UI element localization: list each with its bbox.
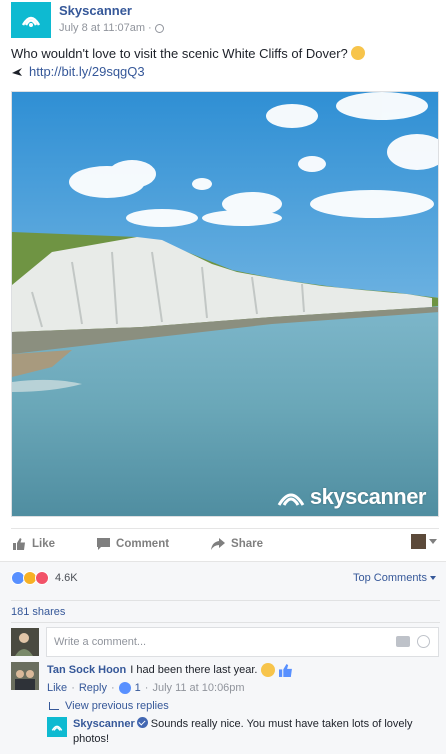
reaction-count: 4.6K (55, 572, 78, 584)
comment-timestamp[interactable]: July 11 at 10:06pm (152, 682, 244, 694)
thumbs-up-icon (13, 537, 25, 550)
page-avatar[interactable] (11, 2, 51, 38)
reactions-summary[interactable]: 4.6K (11, 571, 78, 585)
share-arrow-icon (211, 537, 226, 550)
watermark-text: skyscanner (309, 484, 427, 509)
skyscanner-logo-icon (21, 16, 41, 27)
divider (11, 622, 440, 623)
chevron-down-icon (429, 539, 437, 544)
comment-button[interactable]: Comment (97, 537, 170, 550)
post-header: Skyscanner July 8 at 11:07am · (11, 0, 441, 40)
like-button[interactable]: Like (13, 537, 56, 550)
love-reaction-icon (35, 571, 49, 585)
skyscanner-watermark: skyscanner (276, 484, 427, 510)
share-button[interactable]: Share (211, 537, 264, 550)
viewer-avatar (11, 628, 39, 656)
comment-meta: Like · Reply · 1 · July 11 at 10:06pm (47, 682, 245, 694)
post-caption: Who wouldn't love to visit the scenic Wh… (11, 46, 348, 61)
thumbs-up-emoji-icon (279, 663, 293, 677)
comment-input-placeholder: Write a comment... (54, 636, 147, 648)
commenter-name[interactable]: Tan Sock Hoon (47, 664, 126, 676)
comment-sort-label: Top Comments (353, 572, 427, 584)
heart-eyes-emoji-icon (351, 46, 366, 60)
post-as-selector[interactable] (411, 534, 437, 549)
comment-like-link[interactable]: Like (47, 682, 67, 694)
meta-separator: · (148, 22, 152, 34)
reply-arrow-icon (49, 702, 59, 710)
post-url-link[interactable]: http://bit.ly/29sqgQ3 (29, 64, 145, 79)
view-replies-label: View previous replies (65, 700, 169, 712)
grin-emoji-icon (261, 663, 276, 677)
post-action-bar: Like Comment Share (11, 528, 439, 558)
airplane-icon (12, 67, 22, 76)
sticker-smiley-icon[interactable] (417, 635, 430, 648)
post-timestamp[interactable]: July 8 at 11:07am (59, 22, 145, 34)
reply-body: Skyscanner Sounds really nice. You must h… (73, 717, 433, 747)
post-meta: July 8 at 11:07am · (59, 22, 164, 34)
feedback-section: 4.6K Top Comments 181 shares Write a com… (0, 561, 446, 754)
skyscanner-sunrise-icon (277, 493, 305, 506)
globe-icon (154, 23, 164, 33)
verified-badge-icon (136, 717, 148, 728)
comment-body: Tan Sock Hoon I had been there last year… (47, 663, 293, 677)
page-name-link[interactable]: Skyscanner (59, 3, 132, 18)
post-photo[interactable]: skyscanner (11, 91, 439, 517)
post-link-row: http://bit.ly/29sqgQ3 (11, 64, 145, 79)
viewer-avatar (411, 534, 426, 549)
skyscanner-logo-icon (51, 725, 63, 731)
comment-input[interactable]: Write a comment... (46, 627, 439, 657)
like-label: Like (32, 537, 56, 550)
viewer-photo (11, 628, 39, 656)
commenter-photo (11, 662, 39, 690)
view-previous-replies[interactable]: View previous replies (49, 700, 169, 712)
white-cliffs-photo (12, 92, 438, 516)
commenter-avatar[interactable] (11, 662, 39, 690)
post-text: Who wouldn't love to visit the scenic Wh… (11, 45, 436, 62)
comment-sort-dropdown[interactable]: Top Comments (353, 572, 436, 584)
share-count-link[interactable]: 181 shares (11, 606, 65, 618)
like-badge-icon (118, 682, 131, 694)
reply-avatar[interactable] (47, 717, 67, 737)
camera-icon[interactable] (396, 636, 410, 647)
share-label: Share (231, 537, 264, 550)
reply-author[interactable]: Skyscanner (73, 718, 135, 730)
comment-label: Comment (116, 537, 170, 550)
chevron-down-icon (430, 576, 436, 580)
comment-text: I had been there last year. (130, 664, 258, 676)
divider (11, 600, 440, 601)
comment-reply-link[interactable]: Reply (79, 682, 107, 694)
comment-like-count[interactable]: 1 (135, 682, 141, 694)
comment-bubble-icon (97, 537, 111, 550)
